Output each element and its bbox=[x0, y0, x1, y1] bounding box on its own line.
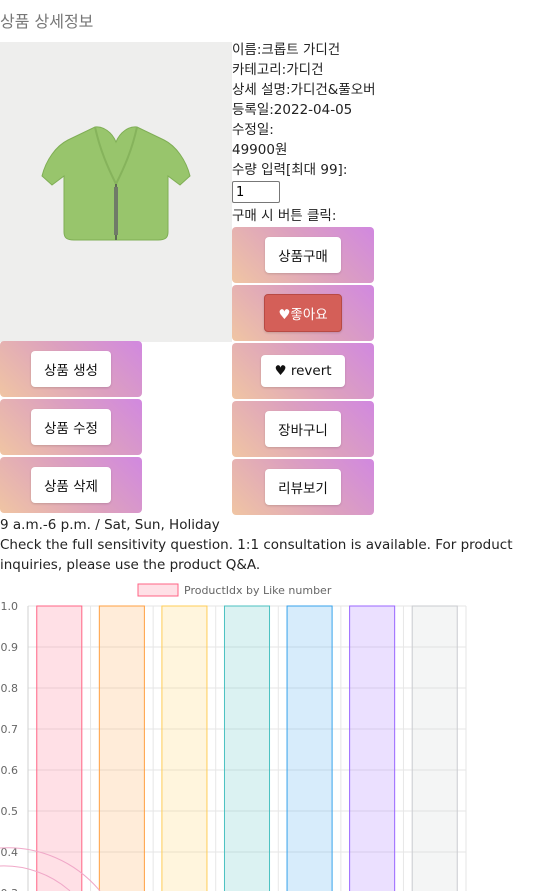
product-info: 이름:크롭트 가디건 카테고리:가디건 상세 설명:가디건&풀오버 등록일:20… bbox=[232, 40, 376, 180]
legend-swatch bbox=[137, 583, 179, 597]
notice-line-1: Check the full sensitivity question. 1:1… bbox=[0, 537, 513, 553]
product-reg-date: 등록일:2022-04-05 bbox=[232, 102, 353, 118]
y-tick-label: 0.8 bbox=[1, 682, 19, 695]
bar bbox=[286, 605, 333, 891]
bar bbox=[36, 605, 83, 891]
product-description: 상세 설명:가디건&풀오버 bbox=[232, 82, 376, 98]
business-hours: 9 a.m.-6 p.m. / Sat, Sun, Holiday bbox=[0, 517, 220, 533]
y-tick-label: 0.9 bbox=[1, 641, 19, 654]
product-name: 이름:크롭트 가디건 bbox=[232, 42, 341, 58]
edit-product-button[interactable]: 상품 수정 bbox=[31, 409, 111, 445]
review-tile: 리뷰보기 bbox=[232, 459, 374, 515]
like-chart: ProductIdx by Like number 1.0 0.9 0.8 0.7 0.6… bbox=[0, 583, 467, 891]
bar bbox=[411, 605, 458, 891]
y-tick-label: 0.6 bbox=[1, 764, 19, 777]
product-modified-date: 수정일: bbox=[232, 122, 274, 138]
notice-line-2: inquiries, please use the product Q&A. bbox=[0, 557, 261, 573]
like-button[interactable]: ♥좋아요 bbox=[264, 294, 342, 332]
cart-button[interactable]: 장바구니 bbox=[265, 411, 341, 447]
cart-tile: 장바구니 bbox=[232, 401, 374, 457]
edit-tile: 상품 수정 bbox=[0, 399, 142, 455]
bar bbox=[161, 605, 208, 891]
bar bbox=[223, 605, 271, 891]
bar bbox=[349, 605, 396, 891]
product-image bbox=[0, 42, 232, 342]
product-price: 49900원 bbox=[232, 142, 288, 158]
y-tick-label: 1.0 bbox=[1, 600, 19, 613]
y-tick-label: 0.3 bbox=[1, 887, 19, 891]
create-product-button[interactable]: 상품 생성 bbox=[31, 351, 111, 387]
product-category: 카테고리:가디건 bbox=[232, 62, 324, 78]
delete-tile: 상품 삭제 bbox=[0, 457, 142, 513]
y-tick-label: 0.5 bbox=[1, 805, 19, 818]
page-title: 상품 상세정보 bbox=[0, 12, 94, 31]
revert-tile: ♥ revert bbox=[232, 343, 374, 399]
quantity-input[interactable] bbox=[232, 181, 280, 203]
like-tile: ♥좋아요 bbox=[232, 285, 374, 341]
buy-tile: 상품구매 bbox=[232, 227, 374, 283]
y-tick-label: 0.7 bbox=[1, 723, 19, 736]
quantity-label: 수량 입력[최대 99]: bbox=[232, 162, 348, 178]
legend-label: ProductIdx by Like number bbox=[184, 584, 332, 597]
create-tile: 상품 생성 bbox=[0, 341, 142, 397]
buy-hint: 구매 시 버튼 클릭: bbox=[232, 208, 337, 224]
revert-button[interactable]: ♥ revert bbox=[261, 355, 345, 387]
bar bbox=[98, 605, 145, 891]
delete-product-button[interactable]: 상품 삭제 bbox=[31, 467, 111, 503]
buy-button[interactable]: 상품구매 bbox=[265, 237, 341, 273]
review-button[interactable]: 리뷰보기 bbox=[265, 469, 341, 505]
